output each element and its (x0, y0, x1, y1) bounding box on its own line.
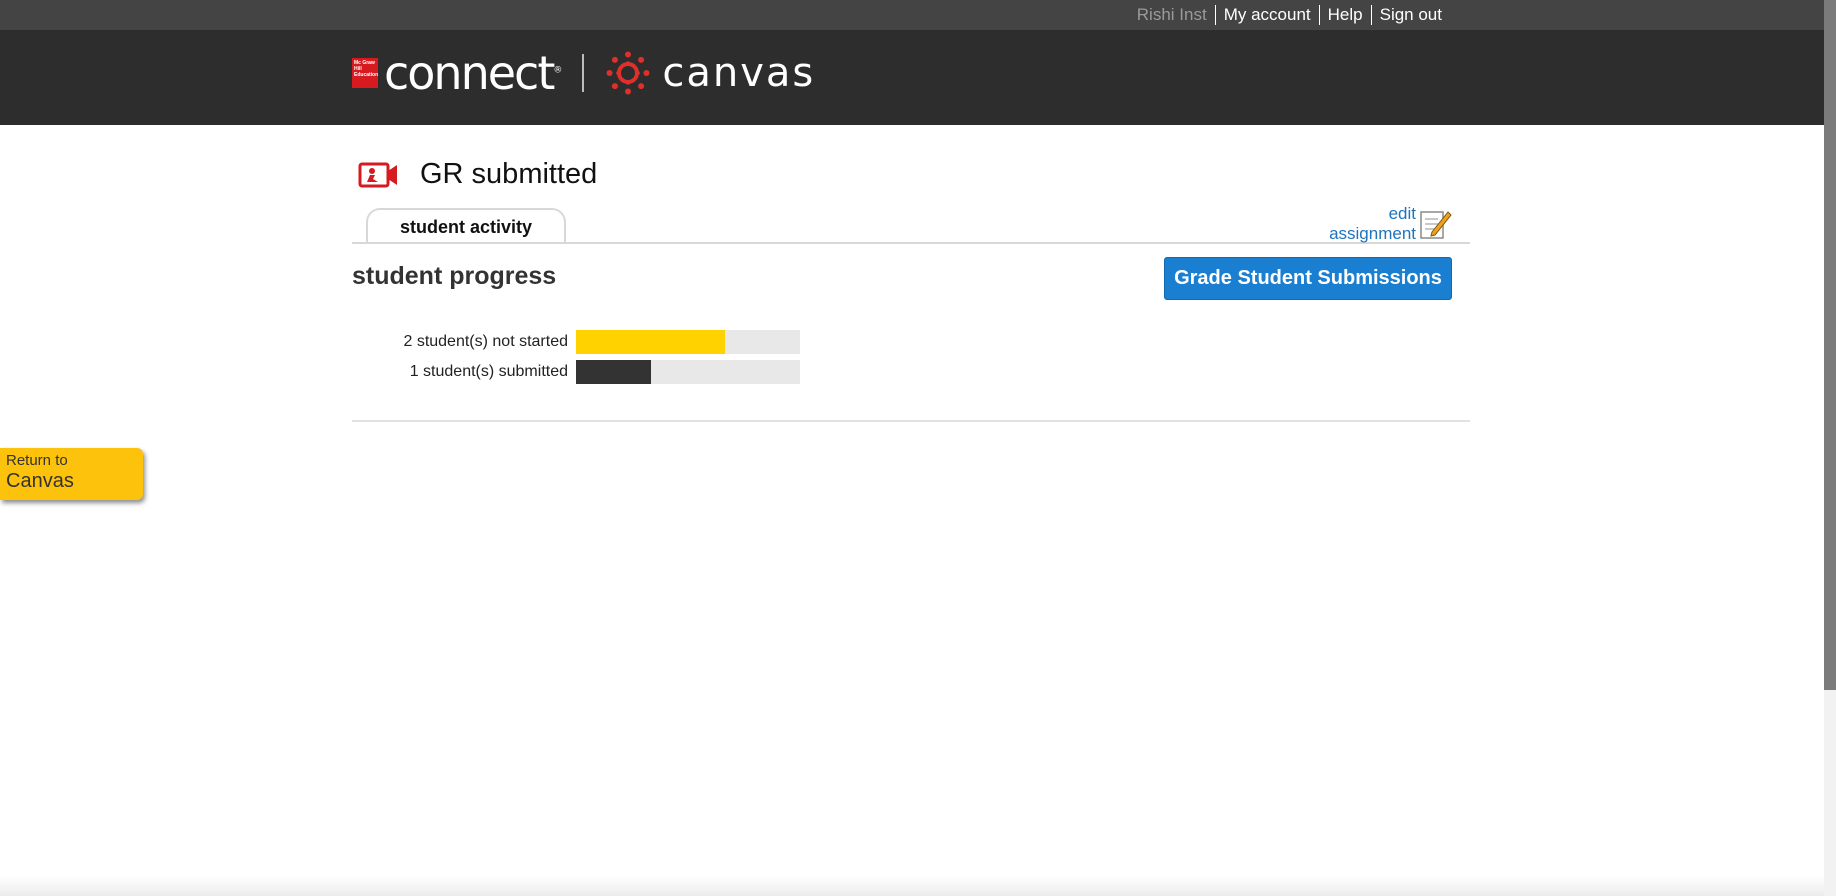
canvas-logo-text: canvas (662, 50, 816, 96)
mcgraw-hill-logo-text: Mc Graw Hill Education (354, 60, 379, 78)
my-account-link[interactable]: My account (1216, 5, 1319, 25)
edit-pencil-icon[interactable] (1418, 206, 1452, 240)
brand-logos: Mc Graw Hill Education connect® canvas (352, 46, 816, 100)
progress-label: 1 student(s) submitted (409, 363, 568, 380)
progress-bar-track (576, 330, 800, 354)
sign-out-link[interactable]: Sign out (1372, 5, 1450, 25)
progress-bar-track (576, 360, 800, 384)
progress-bar-fill (576, 330, 726, 354)
app-header: Mc Graw Hill Education connect® canvas (0, 30, 1824, 125)
progress-label: 2 student(s) not started (403, 333, 568, 350)
edit-assignment-line2: assignment (1329, 224, 1416, 243)
return-to-label: Return to (6, 452, 68, 469)
page-scrollbar[interactable] (1824, 0, 1836, 896)
assignment-title-row: GR submitted (358, 158, 597, 191)
tab-student-activity[interactable]: student activity (366, 208, 566, 244)
return-canvas-label: Canvas (6, 470, 74, 492)
page-title: GR submitted (420, 158, 598, 190)
brand-divider (582, 54, 585, 92)
tab-divider (352, 242, 1470, 244)
utility-bar: Rishi Inst My account Help Sign out (0, 0, 1824, 31)
video-assignment-icon (358, 162, 397, 187)
connect-logo-text: connect (384, 46, 555, 100)
progress-row-not-started: 2 student(s) not started (352, 330, 800, 354)
grade-student-submissions-button[interactable]: Grade Student Submissions (1164, 257, 1452, 300)
progress-row-submitted: 1 student(s) submitted (352, 360, 800, 384)
bottom-shade (0, 876, 1824, 896)
utility-links: Rishi Inst My account Help Sign out (1129, 0, 1450, 30)
canvas-logo-icon (606, 51, 650, 95)
scrollbar-thumb[interactable] (1824, 0, 1836, 690)
edit-assignment-link[interactable]: edit assignment (1329, 204, 1416, 244)
edit-assignment-line1: edit (1388, 204, 1416, 223)
help-link[interactable]: Help (1320, 5, 1371, 25)
student-progress-heading: student progress (352, 262, 557, 290)
section-divider (352, 420, 1470, 422)
user-name: Rishi Inst (1136, 5, 1207, 24)
return-to-canvas-button[interactable]: Return to Canvas (0, 448, 143, 500)
mcgraw-hill-logo: Mc Graw Hill Education (352, 58, 378, 88)
progress-bar-fill (576, 360, 651, 384)
registered-mark: ® (553, 65, 563, 76)
connect-logo: connect® (384, 46, 562, 100)
